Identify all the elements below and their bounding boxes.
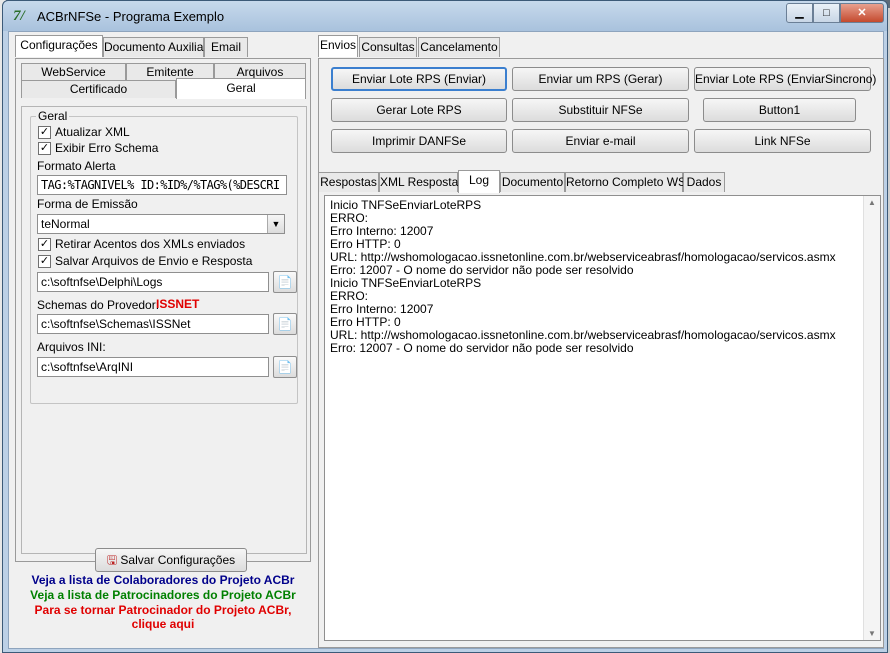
- atualizar-xml-label: Atualizar XML: [55, 125, 130, 139]
- tab-retorno-completo-ws[interactable]: Retorno Completo WS: [565, 172, 686, 192]
- schemas-provider-name: ISSNET: [156, 297, 200, 311]
- tab-log[interactable]: Log: [458, 170, 500, 193]
- window-title: ACBrNFSe - Programa Exemplo: [37, 9, 225, 24]
- tab-documento-auxiliar[interactable]: Documento Auxiliar: [103, 37, 207, 57]
- arquivos-ini-label: Arquivos INI:: [37, 340, 106, 354]
- exibir-erro-schema-label: Exibir Erro Schema: [55, 141, 159, 155]
- enviar-email-button[interactable]: Enviar e-mail: [512, 129, 689, 153]
- maximize-button[interactable]: □: [813, 3, 840, 23]
- browse-ini-button[interactable]: 📄: [273, 356, 297, 378]
- subtab-geral[interactable]: Geral: [176, 78, 306, 99]
- folder-browse-icon: 📄: [277, 275, 293, 289]
- geral-panel: Geral ✓ Atualizar XML ✓ Exibir Erro Sche…: [21, 106, 307, 554]
- schemas-path-input[interactable]: c:\softnfse\Schemas\ISSNet: [37, 314, 269, 334]
- log-line: Inicio TNFSeEnviarLoteRPS: [330, 276, 482, 290]
- schemas-label: Schemas do Provedor:: [37, 298, 160, 312]
- tab-email[interactable]: Email: [204, 37, 248, 57]
- link-nfse-button[interactable]: Link NFSe: [694, 129, 871, 153]
- arquivos-ini-input[interactable]: c:\softnfse\ArqINI: [37, 357, 269, 377]
- main-window: 7/ ACBrNFSe - Programa Exemplo ▁ □ ✕ Con…: [2, 0, 888, 653]
- link-patrocinadores[interactable]: Veja a lista de Patrocinadores do Projet…: [15, 588, 311, 602]
- tab-configuracoes[interactable]: Configurações: [15, 35, 103, 57]
- subtab-certificado[interactable]: Certificado: [21, 80, 176, 98]
- subtab-webservice[interactable]: WebService: [21, 63, 126, 81]
- log-line: Erro: 12007 - O nome do servidor não pod…: [330, 341, 634, 355]
- vertical-scrollbar[interactable]: ▲ ▼: [863, 196, 880, 640]
- left-tab-strip: Configurações Documento Auxiliar Email: [15, 35, 315, 59]
- retirar-acentos-checkbox[interactable]: ✓: [38, 238, 51, 251]
- forma-emissao-value: teNormal: [41, 217, 90, 231]
- formato-alerta-label: Formato Alerta: [37, 159, 116, 173]
- forma-emissao-label: Forma de Emissão: [37, 197, 138, 211]
- scroll-up-icon[interactable]: ▲: [868, 198, 876, 207]
- browse-logs-button[interactable]: 📄: [273, 271, 297, 293]
- salvar-configuracoes-label: Salvar Configurações: [120, 553, 236, 567]
- link-tornar-patrocinador[interactable]: Para se tornar Patrocinador do Projeto A…: [15, 603, 311, 617]
- app-logo-icon: 7/: [13, 8, 25, 24]
- tab-envios[interactable]: Envios: [318, 35, 358, 57]
- enviar-um-rps-button[interactable]: Enviar um RPS (Gerar): [512, 67, 689, 91]
- title-bar[interactable]: 7/ ACBrNFSe - Programa Exemplo ▁ □ ✕: [3, 1, 887, 31]
- browse-schemas-button[interactable]: 📄: [273, 313, 297, 335]
- chevron-down-icon[interactable]: ▼: [267, 215, 284, 233]
- save-icon: 🖫: [106, 553, 121, 567]
- tab-dados[interactable]: Dados: [683, 172, 725, 192]
- salvar-arquivos-checkbox[interactable]: ✓: [38, 255, 51, 268]
- logs-path-input[interactable]: c:\softnfse\Delphi\Logs: [37, 272, 269, 292]
- tab-respostas[interactable]: Respostas: [318, 172, 379, 192]
- exibir-erro-schema-checkbox[interactable]: ✓: [38, 142, 51, 155]
- imprimir-danfse-button[interactable]: Imprimir DANFSe: [331, 129, 507, 153]
- log-line: Erro Interno: 12007: [330, 302, 434, 316]
- client-area: Configurações Documento Auxiliar Email W…: [8, 31, 884, 649]
- tab-cancelamento[interactable]: Cancelamento: [418, 37, 500, 57]
- salvar-arquivos-label: Salvar Arquivos de Envio e Resposta: [55, 254, 253, 268]
- folder-browse-icon: 📄: [277, 360, 293, 374]
- retirar-acentos-label: Retirar Acentos dos XMLs enviados: [55, 237, 246, 251]
- atualizar-xml-checkbox[interactable]: ✓: [38, 126, 51, 139]
- link-colaboradores[interactable]: Veja a lista de Colaboradores do Projeto…: [15, 573, 311, 587]
- scroll-down-icon[interactable]: ▼: [868, 629, 876, 638]
- formato-alerta-input[interactable]: TAG:%TAGNIVEL% ID:%ID%/%TAG%(%DESCRI: [37, 175, 287, 195]
- substituir-nfse-button[interactable]: Substituir NFSe: [512, 98, 689, 122]
- log-memo[interactable]: Inicio TNFSeEnviarLoteRPS ERRO: Erro Inter…: [324, 195, 881, 641]
- geral-group-title: Geral: [36, 109, 70, 123]
- log-lines: Inicio TNFSeEnviarLoteRPS ERRO: Erro Inter…: [330, 199, 836, 355]
- button1-button[interactable]: Button1: [703, 98, 856, 122]
- enviar-lote-rps-button[interactable]: Enviar Lote RPS (Enviar): [331, 67, 507, 91]
- tab-consultas[interactable]: Consultas: [359, 37, 417, 57]
- salvar-configuracoes-button[interactable]: 🖫 Salvar Configurações: [95, 548, 247, 572]
- folder-browse-icon: 📄: [277, 317, 293, 331]
- link-clique-aqui[interactable]: clique aqui: [15, 617, 311, 631]
- forma-emissao-select[interactable]: teNormal ▼: [37, 214, 285, 234]
- gerar-lote-rps-button[interactable]: Gerar Lote RPS: [331, 98, 507, 122]
- close-button[interactable]: ✕: [840, 3, 884, 23]
- tab-xml-resposta[interactable]: XML Resposta: [379, 172, 458, 192]
- tab-documento[interactable]: Documento: [500, 172, 565, 192]
- log-line: Erro Interno: 12007: [330, 224, 434, 238]
- enviar-lote-rps-sincrono-button[interactable]: Enviar Lote RPS (EnviarSincrono): [694, 67, 876, 91]
- log-line: Inicio TNFSeEnviarLoteRPS: [330, 198, 482, 212]
- minimize-button[interactable]: ▁: [786, 3, 813, 23]
